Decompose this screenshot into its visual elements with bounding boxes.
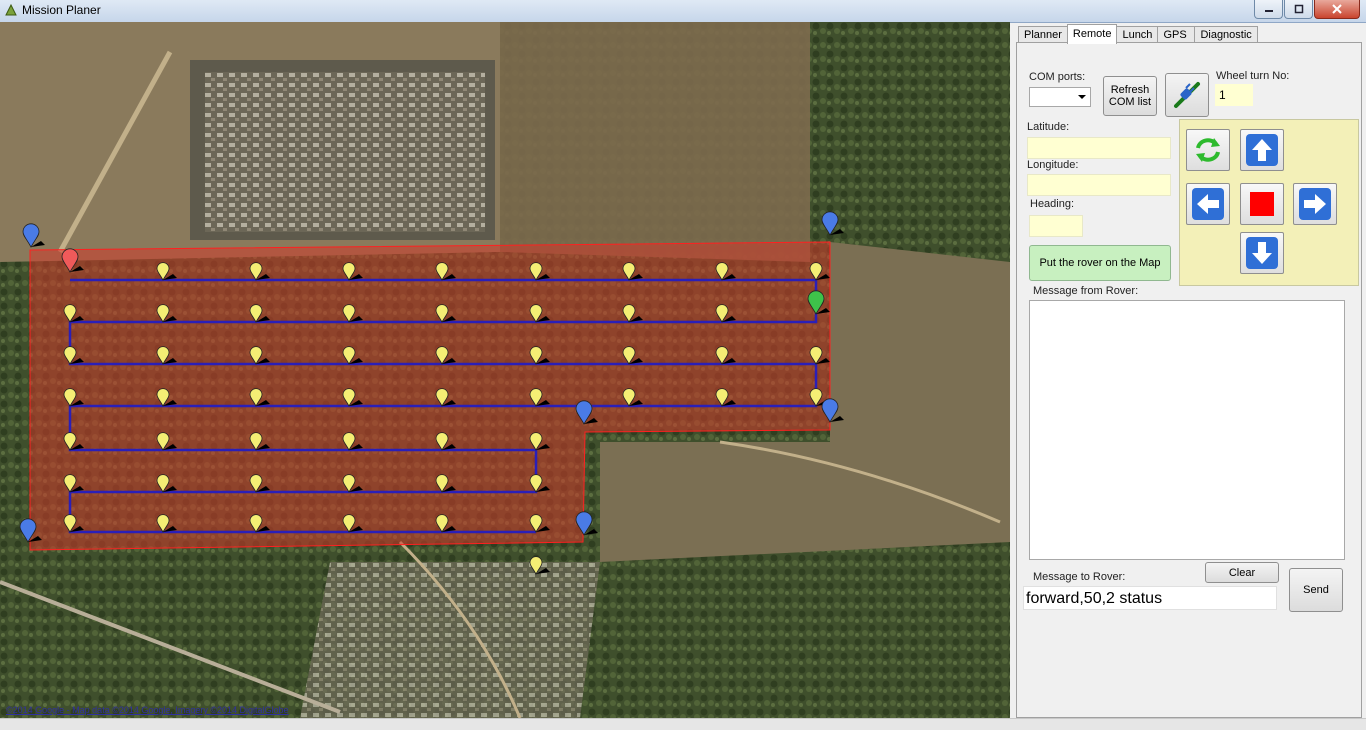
connect-button[interactable] — [1165, 73, 1209, 117]
map-canvas[interactable] — [0, 22, 1010, 718]
put-rover-on-map-button[interactable]: Put the rover on the Map — [1029, 245, 1171, 281]
close-icon — [1332, 4, 1342, 14]
chevron-down-icon — [1078, 95, 1086, 99]
arrow-left-icon — [1192, 188, 1224, 220]
heading-field[interactable] — [1029, 215, 1083, 237]
send-button[interactable]: Send — [1289, 568, 1343, 612]
status-bar — [0, 718, 1366, 730]
right-button[interactable] — [1293, 183, 1337, 225]
forward-button[interactable] — [1240, 129, 1284, 171]
minimize-button[interactable] — [1254, 0, 1283, 19]
satellite-map[interactable]: ©2014 Google - Map data ©2014 Google, Im… — [0, 22, 1010, 718]
heading-label: Heading: — [1030, 198, 1075, 210]
left-button[interactable] — [1186, 183, 1230, 225]
arrow-down-icon — [1246, 237, 1278, 269]
arrow-right-icon — [1299, 188, 1331, 220]
refresh-cycle-icon — [1196, 138, 1220, 162]
message-to-rover-label: Message to Rover: — [1033, 571, 1126, 583]
message-to-rover-input[interactable]: forward,50,2 status — [1023, 586, 1277, 610]
close-button[interactable] — [1314, 0, 1360, 19]
longitude-field[interactable] — [1027, 174, 1171, 196]
longitude-label: Longitude: — [1027, 159, 1079, 171]
wheel-turn-label: Wheel turn No: — [1216, 70, 1290, 82]
connect-plug-icon — [1174, 82, 1200, 108]
stop-button[interactable] — [1240, 183, 1284, 225]
stop-icon — [1250, 192, 1274, 216]
latitude-label: Latitude: — [1027, 121, 1070, 133]
refresh-com-list-button[interactable]: Refresh COM list — [1103, 76, 1157, 116]
message-from-rover-box[interactable] — [1029, 300, 1345, 560]
tab-strip: Planner Remote Lunch GPS Diagnostic — [1018, 24, 1258, 44]
tab-remote[interactable]: Remote — [1066, 24, 1118, 44]
tab-gps[interactable]: GPS — [1157, 26, 1196, 43]
com-ports-select[interactable] — [1029, 87, 1091, 107]
arrow-up-icon — [1246, 134, 1278, 166]
clear-button[interactable]: Clear — [1205, 562, 1279, 583]
app-logo-icon — [5, 3, 17, 16]
map-copyright[interactable]: ©2014 Google - Map data ©2014 Google, Im… — [6, 705, 289, 715]
window-controls — [1254, 0, 1360, 19]
refresh-rover-button[interactable] — [1186, 129, 1230, 171]
wheel-turn-field[interactable]: 1 — [1215, 84, 1253, 106]
latitude-field[interactable] — [1027, 137, 1171, 159]
window-title: Mission Planer — [22, 3, 101, 17]
minimize-icon — [1264, 10, 1273, 12]
message-from-rover-label: Message from Rover: — [1033, 285, 1139, 297]
title-bar: Mission Planer — [0, 0, 1366, 23]
remote-tab-body: COM ports: Refresh COM list Wheel turn N… — [1016, 42, 1362, 718]
maximize-button[interactable] — [1284, 0, 1313, 19]
maximize-icon — [1294, 4, 1303, 14]
tab-lunch[interactable]: Lunch — [1116, 26, 1159, 43]
tab-planner[interactable]: Planner — [1018, 26, 1068, 43]
direction-pad — [1179, 119, 1359, 286]
control-panel: Planner Remote Lunch GPS Diagnostic COM … — [1016, 22, 1362, 718]
backward-button[interactable] — [1240, 232, 1284, 274]
com-ports-label: COM ports: — [1029, 71, 1086, 83]
tab-diagnostic[interactable]: Diagnostic — [1194, 26, 1258, 43]
